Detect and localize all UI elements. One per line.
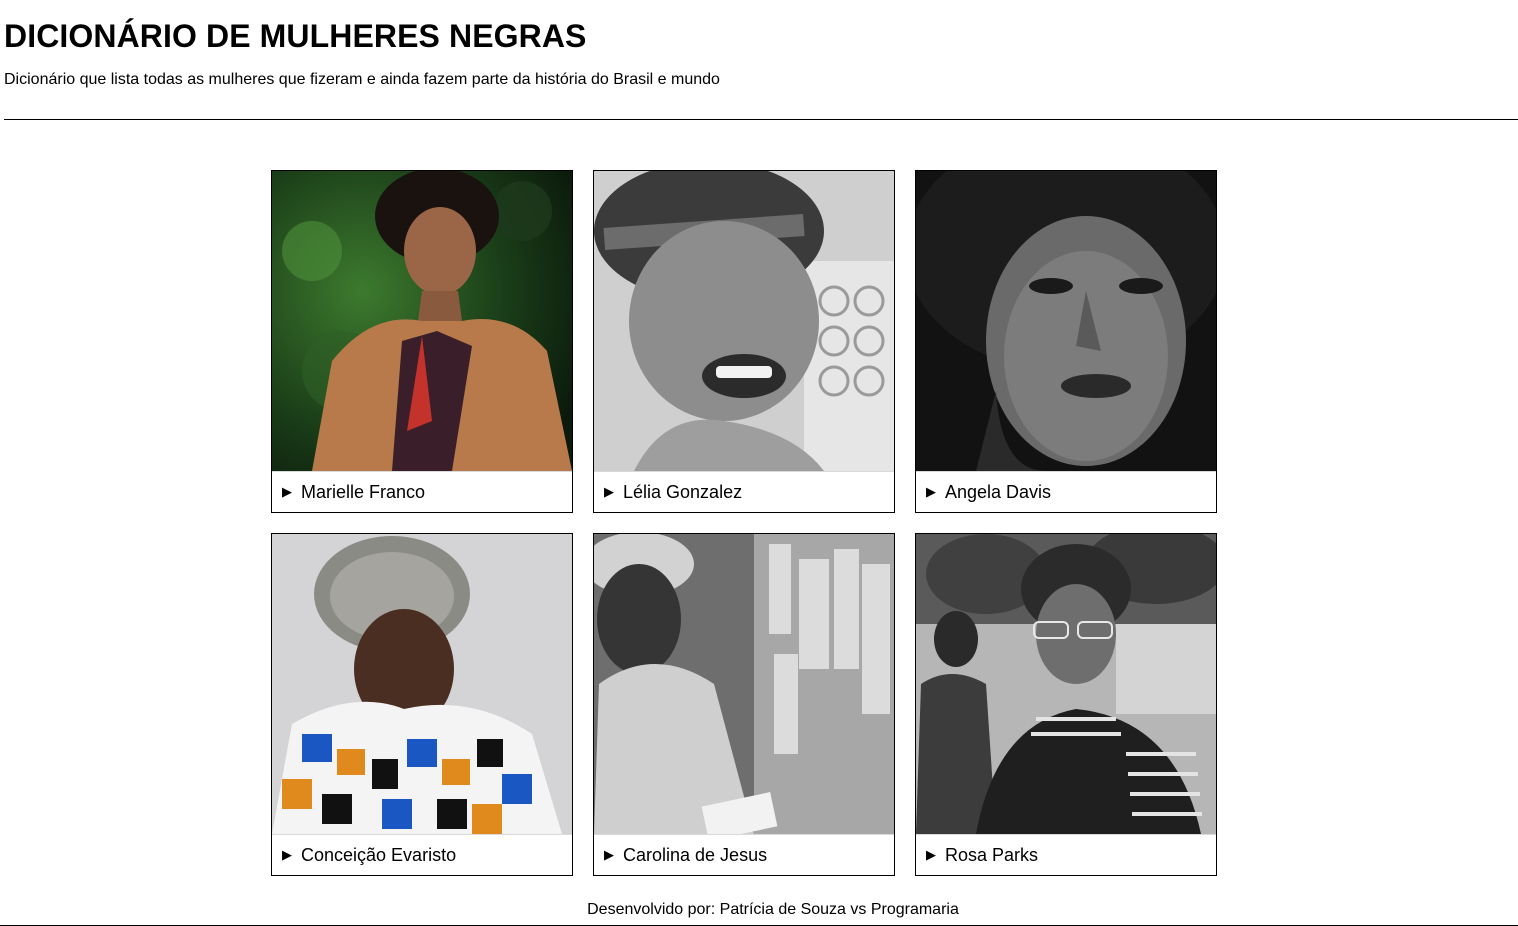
page-subtitle: Dicionário que lista todas as mulheres q… [4,71,720,88]
portrait-photo [594,171,894,471]
disclosure-triangle-icon: ▶ [604,847,614,862]
footer-credit: Desenvolvido por: Patrícia de Souza vs P… [587,901,959,918]
portrait-photo [272,171,572,471]
card-summary-toggle[interactable]: ▶ Rosa Parks [916,834,1216,875]
page-title: DICIONÁRIO DE MULHERES NEGRAS [4,18,587,54]
women-grid: ▶ Marielle Franco ▶ Lélia Gonzalez ▶ Ang… [271,170,1217,876]
card-lelia-gonzalez: ▶ Lélia Gonzalez [593,170,895,513]
portrait-photo [594,534,894,834]
card-name: Marielle Franco [301,481,426,502]
card-summary-toggle[interactable]: ▶ Carolina de Jesus [594,834,894,875]
card-name: Carolina de Jesus [623,844,768,865]
portrait-photo [916,171,1216,471]
card-summary-toggle[interactable]: ▶ Marielle Franco [272,471,572,512]
card-marielle-franco: ▶ Marielle Franco [271,170,573,513]
card-name: Angela Davis [945,481,1052,502]
card-summary-toggle[interactable]: ▶ Conceição Evaristo [272,834,572,875]
disclosure-triangle-icon: ▶ [926,484,936,499]
site-footer: Desenvolvido por: Patrícia de Souza vs P… [0,898,1518,926]
disclosure-triangle-icon: ▶ [926,847,936,862]
disclosure-triangle-icon: ▶ [282,484,292,499]
card-angela-davis: ▶ Angela Davis [915,170,1217,513]
card-carolina-de-jesus: ▶ Carolina de Jesus [593,533,895,876]
portrait-photo [916,534,1216,834]
card-summary-toggle[interactable]: ▶ Lélia Gonzalez [594,471,894,512]
portrait-photo [272,534,572,834]
card-name: Rosa Parks [945,844,1039,865]
header-divider [4,119,1518,120]
card-name: Lélia Gonzalez [623,481,743,502]
page: DICIONÁRIO DE MULHERES NEGRAS Dicionário… [0,0,1518,926]
card-conceicao-evaristo: ▶ Conceição Evaristo [271,533,573,876]
card-name: Conceição Evaristo [301,844,457,865]
card-rosa-parks: ▶ Rosa Parks [915,533,1217,876]
disclosure-triangle-icon: ▶ [282,847,292,862]
card-summary-toggle[interactable]: ▶ Angela Davis [916,471,1216,512]
disclosure-triangle-icon: ▶ [604,484,614,499]
